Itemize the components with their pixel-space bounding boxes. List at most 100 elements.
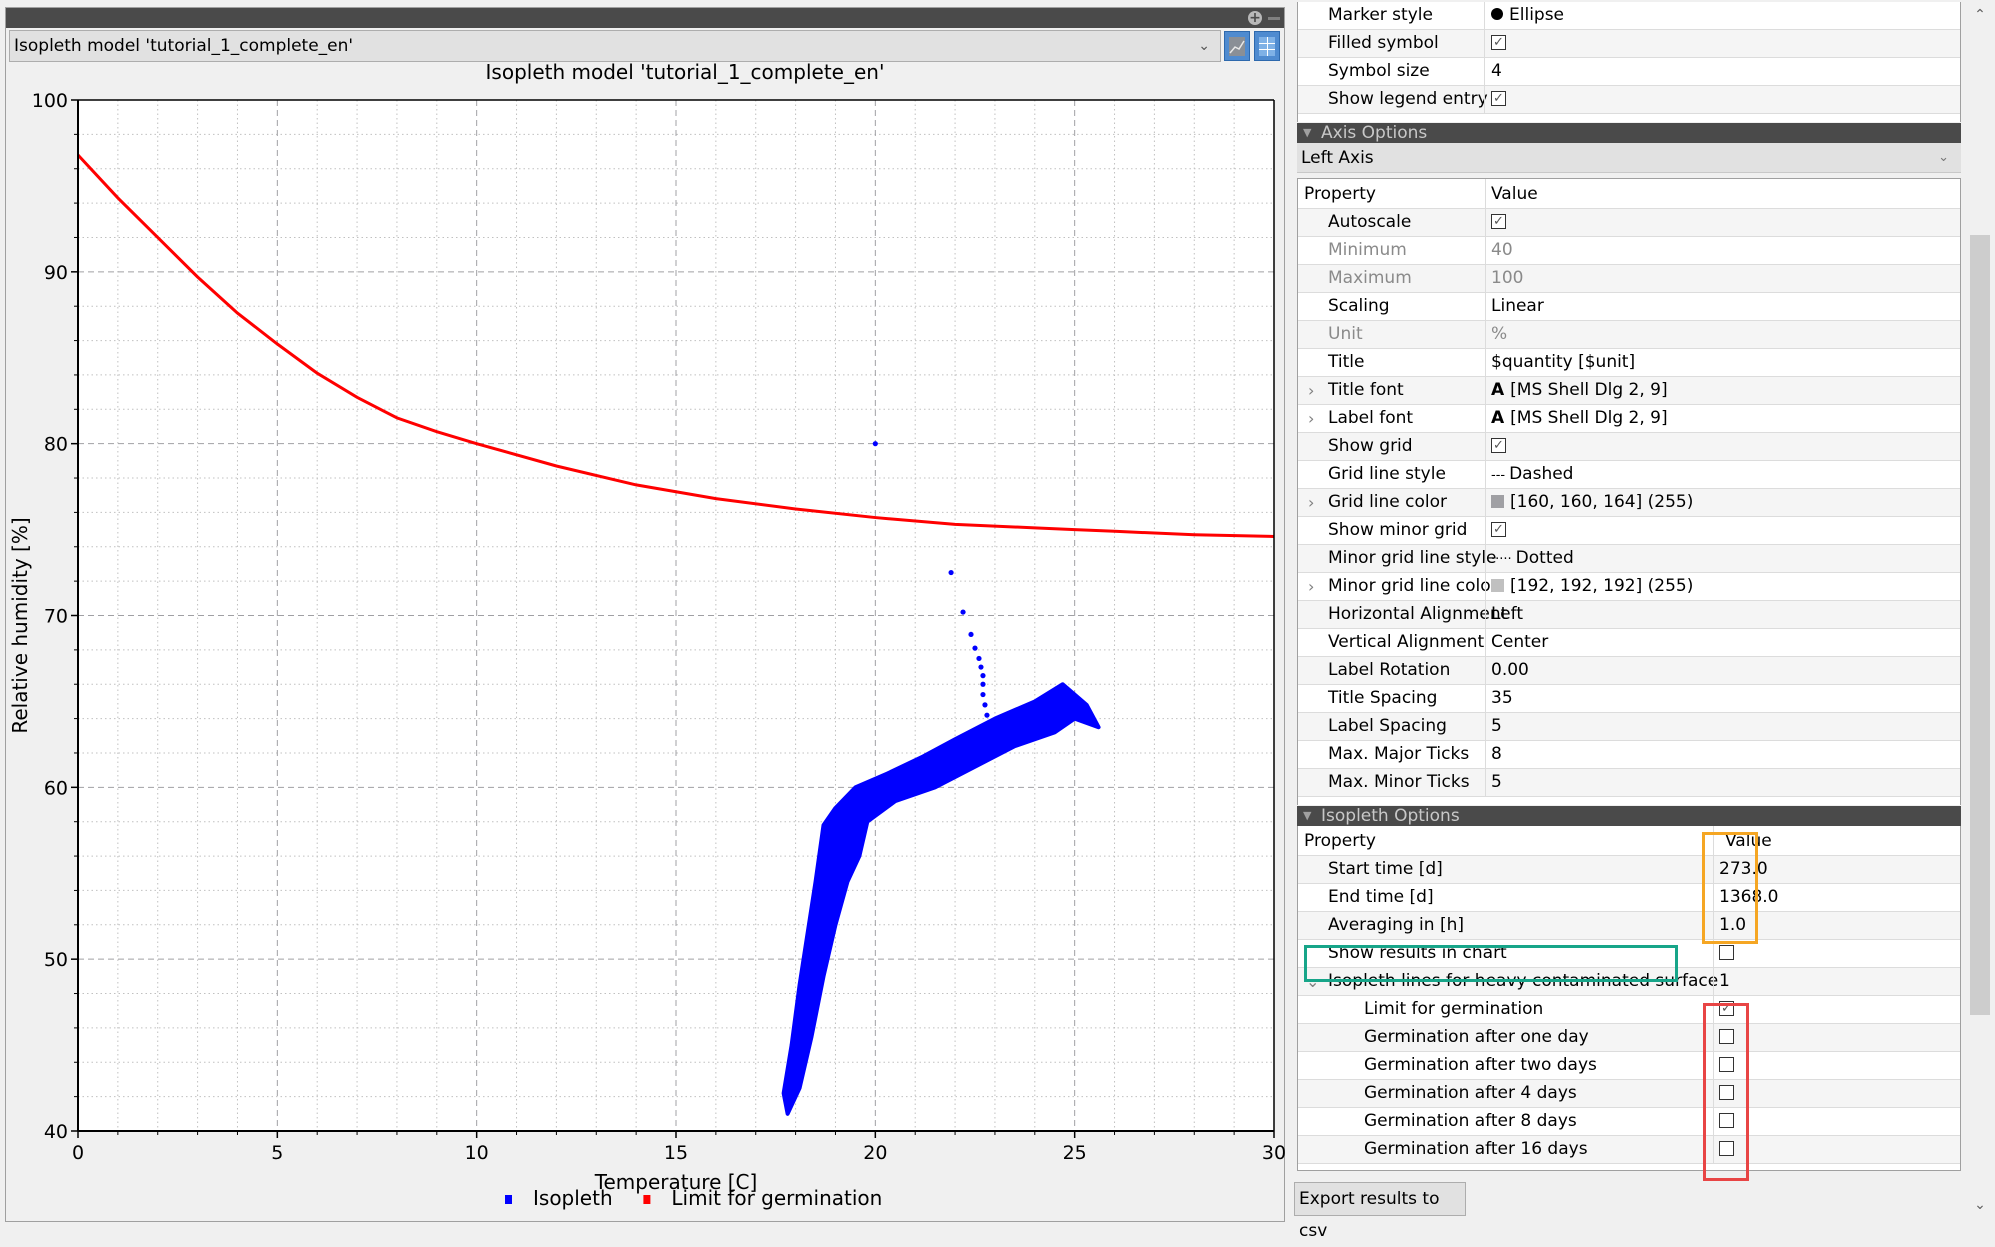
property-row[interactable]: End time [d] 1368.0 (1298, 884, 1960, 912)
property-name: Germination after 16 days (1364, 1139, 1588, 1159)
checkbox[interactable]: ✓ (1491, 34, 1506, 50)
chevron-right-icon[interactable]: › (1308, 489, 1314, 516)
checkbox[interactable] (1719, 1056, 1734, 1072)
property-name: Show grid (1328, 436, 1413, 456)
property-name: Germination after 8 days (1364, 1111, 1577, 1131)
color-swatch (1491, 494, 1504, 508)
y-tick-label: 100 (32, 90, 68, 112)
property-row[interactable]: Symbol size 4 (1298, 58, 1960, 86)
property-row[interactable]: Autoscale ✓ (1298, 209, 1960, 237)
property-row[interactable]: Averaging in [h] 1.0 (1298, 912, 1960, 940)
property-row[interactable]: Show grid ✓ (1298, 433, 1960, 461)
isopleth-point (980, 691, 986, 698)
property-row[interactable]: Germination after one day (1298, 1024, 1960, 1052)
property-row[interactable]: Label Rotation 0.00 (1298, 657, 1960, 685)
y-tick-label: 40 (44, 1121, 68, 1143)
property-row[interactable]: Minimum 40 (1298, 237, 1960, 265)
property-name: Show minor grid (1328, 520, 1468, 540)
property-row[interactable]: Vertical Alignment Center (1298, 629, 1960, 657)
axis-options-header[interactable]: ▼ Axis Options (1297, 123, 1961, 143)
property-row[interactable]: Unit% (1298, 321, 1960, 349)
filled-circle-icon (1491, 8, 1503, 20)
property-row[interactable]: Show results in chart (1298, 940, 1960, 968)
property-value: Ellipse (1509, 5, 1565, 25)
property-row[interactable]: Germination after 8 days (1298, 1108, 1960, 1136)
chevron-right-icon[interactable]: › (1308, 405, 1314, 432)
property-name: Scaling (1328, 296, 1390, 316)
property-row[interactable]: Show minor grid ✓ (1298, 517, 1960, 545)
property-row[interactable]: Title $quantity [$unit] (1298, 349, 1960, 377)
property-row[interactable]: Title Spacing 35 (1298, 685, 1960, 713)
property-value: Left (1491, 604, 1523, 624)
checkbox[interactable]: ✓ (1491, 437, 1506, 453)
property-name: Show legend entry (1328, 89, 1488, 109)
property-row[interactable]: Minor grid line style ····· Dotted (1298, 545, 1960, 573)
property-row[interactable]: Horizontal Alignment Left (1298, 601, 1960, 629)
chevron-down-icon[interactable]: ⌄ (1306, 968, 1319, 995)
checkbox[interactable]: ✓ (1719, 1000, 1734, 1016)
property-value: 1.0 (1719, 915, 1747, 935)
property-row[interactable]: Marker style Ellipse (1298, 2, 1960, 30)
property-row[interactable]: Max. Major Ticks 8 (1298, 741, 1960, 769)
property-row[interactable]: Germination after 16 days (1298, 1136, 1960, 1164)
column-header-value: Value (1725, 831, 1772, 851)
checkbox[interactable] (1719, 1028, 1734, 1044)
property-name: Max. Minor Ticks (1328, 772, 1470, 792)
x-tick-label: 30 (1262, 1142, 1286, 1164)
property-value: 5 (1491, 772, 1502, 792)
property-row[interactable]: Max. Minor Ticks 5 (1298, 769, 1960, 797)
axis-selector[interactable]: Left Axis ⌄ (1297, 143, 1961, 173)
property-value: 1368.0 (1719, 887, 1779, 907)
property-row[interactable]: Limit for germination ✓ (1298, 996, 1960, 1024)
property-row[interactable]: Grid line style --- Dashed (1298, 461, 1960, 489)
properties-panel: Marker style Ellipse Filled symbol ✓ Symbol … (1294, 0, 1964, 1241)
export-csv-button[interactable]: Export results to csv (1294, 1182, 1466, 1241)
property-row[interactable]: Maximum 100 (1298, 265, 1960, 293)
chevron-right-icon[interactable]: › (1308, 573, 1314, 600)
column-header-value: Value (1491, 184, 1538, 204)
property-name: End time [d] (1328, 887, 1434, 907)
property-name: Title (1328, 352, 1365, 372)
property-name: Title font (1328, 380, 1404, 400)
property-name: Filled symbol (1328, 33, 1439, 53)
x-tick-label: 20 (863, 1142, 887, 1164)
isopleth-options-header[interactable]: ▼ Isopleth Options (1297, 806, 1961, 826)
property-name: Averaging in [h] (1328, 915, 1464, 935)
legend-label: Limit for germination (671, 1186, 882, 1210)
property-name: Grid line style (1328, 464, 1446, 484)
checkbox[interactable] (1719, 1140, 1734, 1156)
scrollbar-thumb[interactable] (1970, 235, 1990, 1015)
isopleth-point (980, 673, 986, 679)
property-row[interactable]: Germination after two days (1298, 1052, 1960, 1080)
properties-scrollbar[interactable]: ⌃ ⌄ (1968, 5, 1992, 1215)
isopleth-point (960, 609, 966, 615)
property-row[interactable]: Scaling Linear (1298, 293, 1960, 321)
property-row[interactable]: Start time [d] 273.0 (1298, 856, 1960, 884)
scroll-down-icon[interactable]: ⌄ (1968, 1197, 1992, 1213)
property-row[interactable]: › Title font A [MS Shell Dlg 2, 9] (1298, 377, 1960, 405)
property-row[interactable]: Label Spacing 5 (1298, 713, 1960, 741)
property-row[interactable]: › Minor grid line color [192, 192, 192] (2… (1298, 573, 1960, 601)
property-row[interactable]: › Grid line color [160, 160, 164] (255) (1298, 489, 1960, 517)
property-value: [160, 160, 164] (255) (1510, 492, 1694, 512)
property-row[interactable]: Show legend entry ✓ (1298, 86, 1960, 114)
chart-plot: 0 5 10 15 20 25 30405060708090100 Temperature … (8, 90, 1286, 1210)
scroll-up-icon[interactable]: ⌃ (1968, 7, 1992, 23)
property-row[interactable]: › Label font A [MS Shell Dlg 2, 9] (1298, 405, 1960, 433)
property-row[interactable]: Filled symbol ✓ (1298, 30, 1960, 58)
chevron-right-icon[interactable]: › (1308, 377, 1314, 404)
checkbox[interactable]: ✓ (1491, 90, 1506, 106)
isopleth-point (968, 631, 974, 638)
checkbox[interactable] (1719, 1084, 1734, 1100)
property-name: Vertical Alignment (1328, 632, 1485, 652)
property-value: Dashed (1509, 464, 1574, 484)
property-row[interactable]: Germination after 4 days (1298, 1080, 1960, 1108)
property-value: 35 (1491, 688, 1513, 708)
property-value: 8 (1491, 744, 1502, 764)
checkbox[interactable]: ✓ (1491, 521, 1506, 537)
checkbox[interactable] (1719, 1112, 1734, 1128)
checkbox[interactable] (1719, 944, 1734, 960)
property-row[interactable]: ⌄ Isopleth lines for heavy contaminated s… (1298, 968, 1960, 996)
checkbox[interactable]: ✓ (1491, 213, 1506, 229)
isopleth-point (948, 569, 954, 576)
